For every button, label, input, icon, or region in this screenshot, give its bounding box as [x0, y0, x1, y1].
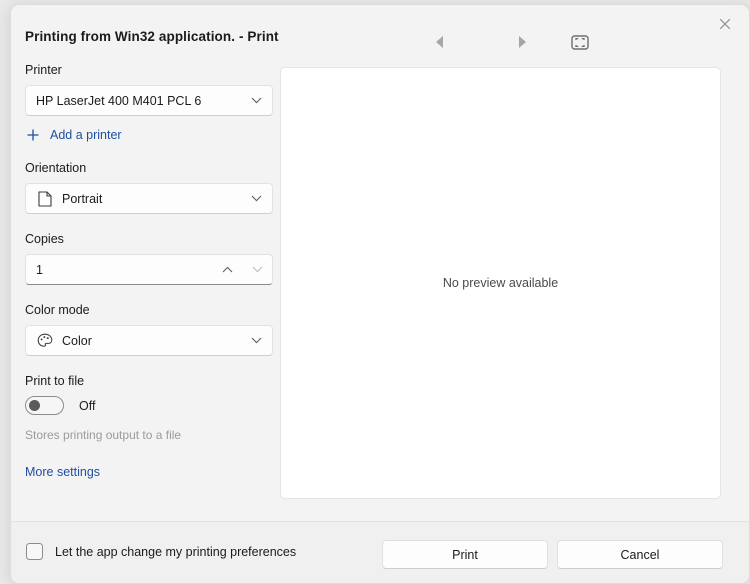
fit-to-page-button[interactable]	[564, 27, 596, 57]
printer-select[interactable]: HP LaserJet 400 M401 PCL 6	[25, 85, 273, 116]
toggle-knob	[29, 400, 40, 411]
orientation-group: Orientation Portrait	[25, 161, 273, 214]
triangle-left-icon	[436, 36, 443, 48]
add-printer-label: Add a printer	[50, 128, 122, 142]
cancel-button[interactable]: Cancel	[557, 540, 723, 569]
chevron-down-icon	[251, 97, 262, 104]
fit-to-page-icon	[571, 35, 589, 50]
copies-decrement-button[interactable]	[242, 255, 272, 284]
print-preview-pane[interactable]: No preview available	[280, 67, 721, 499]
triangle-right-icon	[519, 36, 526, 48]
copies-stepper[interactable]: 1	[25, 254, 273, 285]
previous-page-button[interactable]	[423, 27, 455, 57]
copies-group: Copies 1	[25, 232, 273, 285]
add-printer-link[interactable]: Add a printer	[25, 127, 122, 143]
chevron-up-icon	[222, 266, 233, 273]
print-dialog: Printing from Win32 application. - Print…	[10, 4, 750, 584]
chevron-down-icon	[252, 266, 263, 273]
printer-label: Printer	[25, 63, 273, 78]
chevron-down-icon	[251, 337, 262, 344]
copies-increment-button[interactable]	[212, 255, 242, 284]
next-page-button[interactable]	[506, 27, 538, 57]
print-to-file-toggle[interactable]	[25, 396, 64, 415]
page-title: Printing from Win32 application. - Print	[25, 29, 279, 44]
app-preferences-checkbox-row[interactable]: Let the app change my printing preferenc…	[26, 543, 296, 560]
printer-group: Printer HP LaserJet 400 M401 PCL 6	[25, 63, 273, 116]
more-settings-link[interactable]: More settings	[25, 465, 100, 479]
settings-panel: Printer HP LaserJet 400 M401 PCL 6 Add a…	[25, 63, 273, 479]
color-mode-select[interactable]: Color	[25, 325, 273, 356]
color-mode-value: Color	[62, 334, 245, 348]
color-mode-label: Color mode	[25, 303, 273, 318]
print-button[interactable]: Print	[382, 540, 548, 569]
chevron-down-icon	[251, 195, 262, 202]
copies-label: Copies	[25, 232, 273, 247]
orientation-select[interactable]: Portrait	[25, 183, 273, 214]
print-to-file-hint: Stores printing output to a file	[25, 428, 273, 442]
app-preferences-label: Let the app change my printing preferenc…	[55, 545, 296, 559]
plus-icon	[25, 127, 41, 143]
color-mode-group: Color mode Color	[25, 303, 273, 356]
orientation-label: Orientation	[25, 161, 273, 176]
preview-empty-message: No preview available	[443, 276, 558, 290]
print-to-file-group: Print to file Off Stores printing output…	[25, 374, 273, 442]
dialog-footer: Let the app change my printing preferenc…	[11, 521, 749, 583]
preview-toolbar	[281, 27, 721, 61]
print-to-file-toggle-row: Off	[25, 396, 273, 415]
app-preferences-checkbox[interactable]	[26, 543, 43, 560]
page-portrait-icon	[36, 190, 53, 207]
print-to-file-state: Off	[79, 399, 95, 413]
orientation-value: Portrait	[62, 192, 245, 206]
print-to-file-label: Print to file	[25, 374, 273, 389]
printer-value: HP LaserJet 400 M401 PCL 6	[36, 94, 245, 108]
color-palette-icon	[36, 332, 53, 349]
copies-value: 1	[36, 263, 212, 277]
